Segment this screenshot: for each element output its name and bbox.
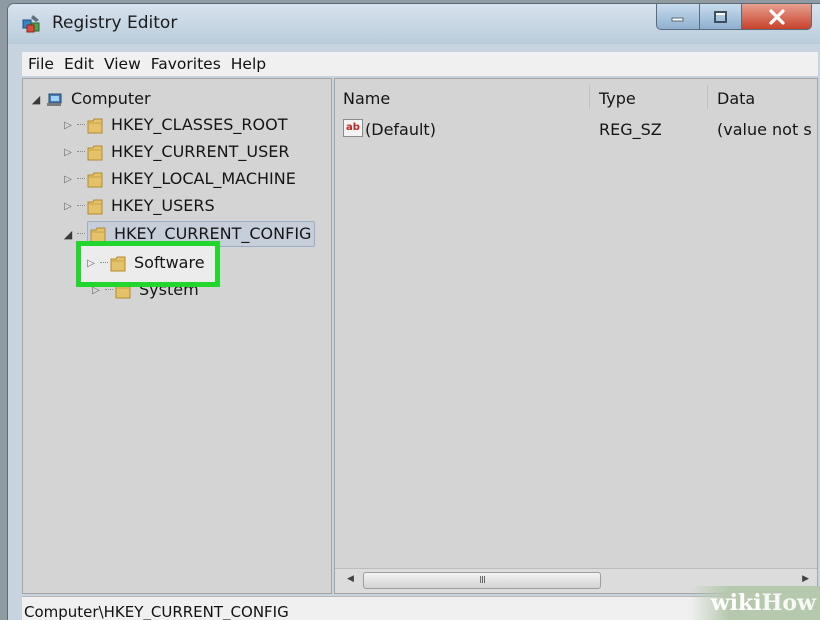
scroll-left-arrow-icon[interactable]: ◀	[347, 574, 354, 584]
close-button[interactable]	[742, 4, 812, 30]
column-header-name[interactable]: Name	[343, 89, 390, 108]
value-name[interactable]: (Default)	[365, 120, 436, 139]
menu-favorites[interactable]: Favorites	[145, 55, 225, 73]
scroll-grip: III	[479, 575, 486, 586]
collapsed-arrow-icon[interactable]: ▷	[61, 201, 75, 212]
value-data[interactable]: (value not s	[717, 120, 812, 139]
folder-icon	[87, 118, 103, 133]
column-separator[interactable]	[589, 85, 590, 109]
tree-connector	[77, 233, 85, 235]
folder-icon	[87, 172, 103, 187]
tree-item-hkey-classes-root[interactable]: ▷ HKEY_CLASSES_ROOT	[61, 113, 287, 137]
watermark-how: How	[761, 590, 816, 616]
maximize-button[interactable]	[700, 4, 742, 30]
tree-label-hive: HKEY_CURRENT_USER	[111, 142, 290, 161]
tree-label-computer: Computer	[71, 89, 151, 108]
collapsed-arrow-icon[interactable]: ▷	[84, 258, 98, 269]
status-path: Computer\HKEY_CURRENT_CONFIG	[24, 603, 289, 620]
tree-item-software[interactable]: ▷ Software	[84, 251, 205, 275]
menu-edit[interactable]: Edit	[58, 55, 98, 73]
registry-editor-window: Registry Editor File Edit View Favorites…	[8, 4, 820, 620]
column-separator[interactable]	[707, 85, 708, 109]
values-list-pane[interactable]: Name Type Data ab (Default) REG_SZ (valu…	[334, 78, 818, 594]
wikihow-watermark: wiki How	[690, 586, 820, 620]
tree-label-hive: HKEY_USERS	[111, 196, 215, 215]
tree-connector	[105, 289, 113, 291]
minimize-button[interactable]	[656, 4, 700, 30]
tree-connector	[77, 124, 85, 126]
folder-icon	[110, 256, 126, 271]
tree-label-hive: HKEY_LOCAL_MACHINE	[111, 169, 296, 188]
maximize-icon	[713, 10, 727, 23]
watermark-wiki: wiki	[710, 590, 762, 616]
tree-label-subkey: Software	[134, 253, 205, 272]
tree-connector	[100, 262, 108, 264]
computer-icon	[47, 93, 62, 106]
menu-help[interactable]: Help	[225, 55, 270, 73]
scroll-thumb[interactable]: III	[363, 572, 601, 589]
title-bar[interactable]: Registry Editor	[8, 4, 820, 44]
folder-icon	[87, 199, 103, 214]
column-header-data[interactable]: Data	[717, 89, 755, 108]
string-value-icon: ab	[343, 119, 363, 137]
menu-bar: File Edit View Favorites Help	[22, 52, 818, 76]
registry-tree-pane[interactable]: ◢ Computer ▷ HKEY_CLASSES_ROOT ▷ HKEY_CU…	[22, 78, 332, 594]
folder-icon	[90, 227, 106, 242]
tree-item-hkey-local-machine[interactable]: ▷ HKEY_LOCAL_MACHINE	[61, 167, 296, 191]
window-title: Registry Editor	[52, 13, 178, 33]
expanded-arrow-icon[interactable]: ◢	[29, 93, 43, 106]
tree-item-computer[interactable]: ◢ Computer	[29, 87, 151, 111]
folder-icon	[87, 145, 103, 160]
tree-connector	[77, 178, 85, 180]
menu-file[interactable]: File	[22, 55, 58, 73]
value-type[interactable]: REG_SZ	[599, 120, 662, 139]
scroll-right-arrow-icon[interactable]: ▶	[802, 574, 809, 584]
tree-connector	[77, 205, 85, 207]
tree-label-hive: HKEY_CLASSES_ROOT	[111, 115, 288, 134]
column-header-type[interactable]: Type	[599, 89, 636, 108]
collapsed-arrow-icon[interactable]: ▷	[61, 174, 75, 185]
tree-item-hkey-current-user[interactable]: ▷ HKEY_CURRENT_USER	[61, 140, 289, 164]
registry-editor-icon	[22, 15, 40, 33]
tree-connector	[77, 151, 85, 153]
close-icon	[768, 8, 785, 25]
tree-item-hkey-users[interactable]: ▷ HKEY_USERS	[61, 194, 215, 218]
menu-view[interactable]: View	[98, 55, 145, 73]
minimize-icon	[671, 17, 684, 21]
collapsed-arrow-icon[interactable]: ▷	[61, 120, 75, 131]
expanded-arrow-icon[interactable]: ◢	[61, 228, 75, 241]
collapsed-arrow-icon[interactable]: ▷	[61, 147, 75, 158]
